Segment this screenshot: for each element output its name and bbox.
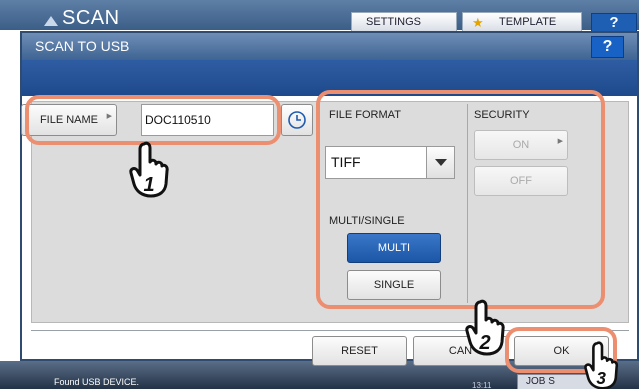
app-help-button[interactable]: ? xyxy=(591,13,637,32)
app-title: SCAN xyxy=(62,7,120,29)
app-logo-icon xyxy=(44,16,58,26)
star-icon: ★ xyxy=(472,15,484,30)
clock-icon xyxy=(288,111,306,129)
pointing-hand-icon: 3 xyxy=(584,341,619,389)
date-time-button[interactable] xyxy=(281,104,313,136)
template-button-label: TEMPLATE xyxy=(499,16,557,28)
step-1-number: 1 xyxy=(143,174,154,196)
status-time: 13:11 xyxy=(472,381,492,389)
template-button[interactable]: ★ TEMPLATE xyxy=(462,12,582,32)
step-2-number: 2 xyxy=(478,332,490,354)
highlight-format-security xyxy=(316,90,605,309)
settings-button[interactable]: SETTINGS xyxy=(351,12,457,32)
dialog-title: SCAN TO USB xyxy=(35,38,130,54)
highlight-file-name xyxy=(25,95,281,145)
dialog-help-button[interactable]: ? xyxy=(591,36,624,58)
pointing-hand-icon: 2 xyxy=(465,299,505,356)
reset-button[interactable]: RESET xyxy=(312,336,407,366)
dialog-title-bar: SCAN TO USB ? xyxy=(22,33,637,60)
pointing-hand-icon: 1 xyxy=(129,141,169,198)
status-message: Found USB DEVICE. xyxy=(54,377,140,387)
step-3-number: 3 xyxy=(596,368,606,388)
